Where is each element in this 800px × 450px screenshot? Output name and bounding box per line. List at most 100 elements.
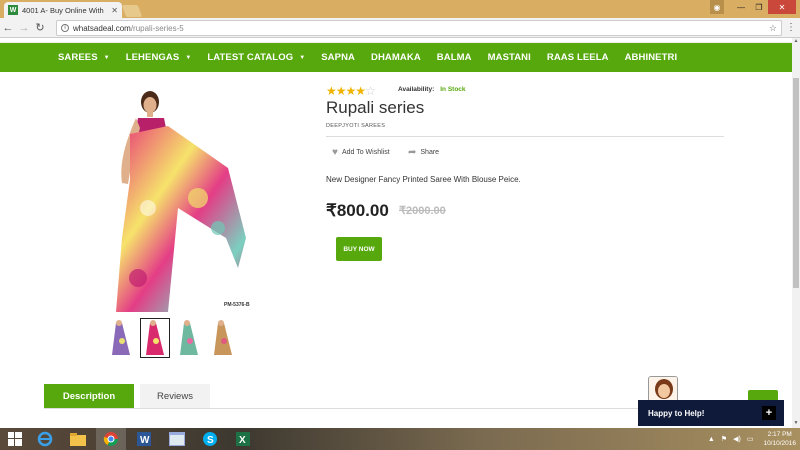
svg-text:S: S bbox=[207, 435, 214, 446]
site-info-icon[interactable]: i bbox=[61, 24, 69, 32]
buy-now-button[interactable]: BUY NOW bbox=[336, 237, 382, 261]
thumbnail-1[interactable] bbox=[106, 318, 136, 358]
divider bbox=[326, 136, 724, 137]
action-center-icon[interactable]: ⚑ bbox=[721, 435, 727, 443]
star-empty-icon: ☆ bbox=[365, 84, 376, 98]
window-app-icon[interactable] bbox=[162, 428, 192, 450]
nav-item-label: SAREES bbox=[58, 52, 98, 63]
bookmark-star-icon[interactable]: ☆ bbox=[769, 23, 777, 34]
scroll-down-icon[interactable]: ▼ bbox=[792, 420, 800, 428]
star-filled-icon: ★ bbox=[335, 84, 347, 98]
product-main-image[interactable] bbox=[108, 88, 250, 312]
star-filled-icon: ★ bbox=[355, 84, 366, 98]
product-brand[interactable]: DEEPJYOTI SAREES bbox=[326, 123, 385, 129]
svg-text:X: X bbox=[239, 435, 246, 446]
windows-taskbar: W S X ▲ ⚑ ◀) ▭ 2:17 PM 10/10/2016 bbox=[0, 428, 800, 450]
thumbnail-2-selected[interactable] bbox=[140, 318, 170, 358]
product-description: New Designer Fancy Printed Saree With Bl… bbox=[326, 175, 521, 184]
chat-expand-icon[interactable]: + bbox=[762, 406, 776, 420]
product-tabs: Description Reviews bbox=[44, 384, 210, 408]
availability-label: Availability: bbox=[398, 86, 435, 93]
tab-reviews[interactable]: Reviews bbox=[140, 384, 210, 408]
nav-item-latest-catalog[interactable]: LATEST CATALOG ▼ bbox=[207, 52, 305, 63]
nav-item-label: DHAMAKA bbox=[371, 52, 421, 63]
product-price: ₹800.00 bbox=[326, 201, 389, 220]
scrollbar-thumb[interactable] bbox=[793, 78, 799, 288]
address-bar[interactable]: i whatsadeal.com/rupali-series-5 ☆ bbox=[56, 20, 782, 36]
nav-item-abhinetri[interactable]: ABHINETRI bbox=[625, 52, 678, 63]
thumbnail-4[interactable] bbox=[208, 318, 238, 358]
nav-item-label: MASTANI bbox=[487, 52, 531, 63]
product-old-price: ₹2000.00 bbox=[399, 205, 446, 217]
internet-explorer-icon[interactable] bbox=[30, 428, 60, 450]
word-icon[interactable]: W bbox=[129, 428, 159, 450]
skype-icon[interactable]: S bbox=[195, 428, 225, 450]
nav-item-label: ABHINETRI bbox=[624, 52, 678, 63]
nav-item-mastani[interactable]: MASTANI bbox=[488, 52, 531, 63]
product-thumbnails bbox=[106, 318, 242, 358]
profile-icon[interactable]: ◉ bbox=[710, 0, 724, 14]
share-label: Share bbox=[420, 149, 440, 156]
browser-menu-icon[interactable]: ⋮ bbox=[786, 22, 796, 33]
nav-item-sarees[interactable]: SAREES ▼ bbox=[58, 52, 110, 63]
nav-item-label: LEHENGAS bbox=[125, 52, 180, 63]
url-domain: whatsadeal.com bbox=[73, 23, 131, 33]
clock-time: 2:17 PM bbox=[767, 431, 792, 438]
wishlist-label: Add To Wishlist bbox=[341, 149, 390, 156]
nav-item-dhamaka[interactable]: DHAMAKA bbox=[371, 52, 421, 63]
caret-down-icon: ▼ bbox=[103, 54, 110, 61]
nav-item-lehengas[interactable]: LEHENGAS ▼ bbox=[126, 52, 192, 63]
start-button-icon[interactable] bbox=[0, 428, 30, 450]
rating-stars: ★★★★☆ bbox=[326, 84, 376, 98]
window-controls: ◉ — ❐ ✕ bbox=[710, 0, 796, 14]
share-icon: ➦ bbox=[408, 147, 417, 158]
chat-widget-bar[interactable]: Happy to Help! + bbox=[638, 400, 784, 426]
availability-status: In Stock bbox=[440, 86, 466, 93]
new-tab-button[interactable] bbox=[121, 5, 143, 17]
tab-close-icon[interactable]: ✕ bbox=[111, 6, 118, 15]
web-page: SAREES ▼ LEHENGAS ▼ LATEST CATALOG ▼ SAPNA DHAM… bbox=[0, 38, 792, 428]
taskbar-clock[interactable]: 2:17 PM 10/10/2016 bbox=[763, 430, 796, 448]
volume-icon[interactable]: ◀) bbox=[733, 435, 741, 443]
site-favicon-icon: W bbox=[8, 5, 18, 15]
star-filled-icon: ★ bbox=[345, 84, 357, 98]
network-icon[interactable]: ▭ bbox=[747, 435, 754, 443]
nav-item-label: LATEST CATALOG bbox=[207, 52, 294, 63]
url-path: /rupali-series-5 bbox=[130, 23, 184, 33]
nav-item-label: BALMA bbox=[436, 52, 472, 63]
browser-titlebar: W 4001 A- Buy Online With ✕ ◉ — ❐ ✕ bbox=[0, 0, 800, 18]
caret-down-icon: ▼ bbox=[185, 54, 192, 61]
scroll-up-icon[interactable]: ▲ bbox=[792, 38, 800, 46]
add-to-wishlist-link[interactable]: ♥ Add To Wishlist bbox=[332, 147, 390, 158]
star-filled-icon: ★ bbox=[326, 84, 337, 98]
availability: Availability: In Stock bbox=[398, 86, 466, 93]
tray-arrow-icon[interactable]: ▲ bbox=[708, 436, 715, 443]
main-nav: SAREES ▼ LEHENGAS ▼ LATEST CATALOG ▼ SAPNA DHAM… bbox=[0, 43, 792, 72]
back-icon[interactable]: ← bbox=[0, 22, 16, 34]
system-tray: ▲ ⚑ ◀) ▭ 2:17 PM 10/10/2016 bbox=[708, 428, 796, 450]
forward-icon[interactable]: → bbox=[16, 22, 32, 34]
close-window-button[interactable]: ✕ bbox=[768, 0, 796, 14]
browser-tab[interactable]: W 4001 A- Buy Online With ✕ bbox=[4, 2, 122, 18]
nav-item-label: RAAS LEELA bbox=[546, 52, 609, 63]
nav-item-raas-leela[interactable]: RAAS LEELA bbox=[547, 52, 609, 63]
tab-description[interactable]: Description bbox=[44, 384, 134, 408]
svg-text:W: W bbox=[140, 435, 150, 446]
chat-label: Happy to Help! bbox=[648, 408, 705, 418]
nav-item-sapna[interactable]: SAPNA bbox=[321, 52, 355, 63]
product-title: Rupali series bbox=[326, 98, 425, 117]
image-sku-label: PM-5376-B bbox=[224, 302, 250, 308]
thumbnail-3[interactable] bbox=[174, 318, 204, 358]
restore-button[interactable]: ❐ bbox=[750, 0, 768, 14]
minimize-button[interactable]: — bbox=[732, 0, 750, 14]
browser-toolbar: ← → ↻ i whatsadeal.com/rupali-series-5 ☆ bbox=[0, 18, 800, 38]
nav-item-balma[interactable]: BALMA bbox=[437, 52, 472, 63]
nav-item-label: SAPNA bbox=[321, 52, 356, 63]
share-link[interactable]: ➦ Share bbox=[408, 147, 439, 158]
excel-icon[interactable]: X bbox=[228, 428, 258, 450]
file-explorer-icon[interactable] bbox=[63, 428, 93, 450]
reload-icon[interactable]: ↻ bbox=[32, 21, 48, 34]
chrome-icon[interactable] bbox=[96, 428, 126, 450]
clock-date: 10/10/2016 bbox=[763, 440, 796, 447]
page-scrollbar[interactable]: ▲ ▼ bbox=[792, 38, 800, 428]
